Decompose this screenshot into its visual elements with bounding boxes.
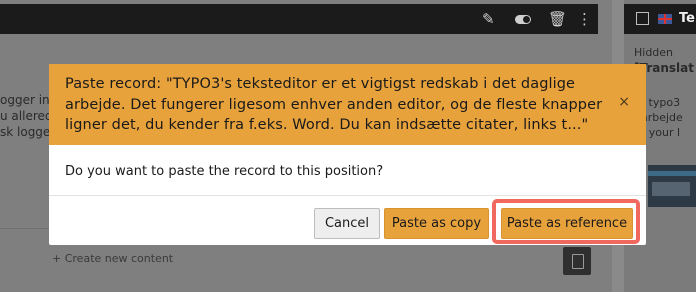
column-title: Te xyxy=(679,11,695,26)
modal-title: Paste record: "TYPO3's teksteditor er et… xyxy=(65,76,603,133)
modal-header: Paste record: "TYPO3's teksteditor er et… xyxy=(49,64,646,145)
hidden-label: Hidden xyxy=(634,46,674,59)
modal-question: Do you want to paste the record to this … xyxy=(65,164,384,179)
cancel-button[interactable]: Cancel xyxy=(314,208,380,239)
create-new-content-label: Create new content xyxy=(64,252,174,265)
plus-icon: + xyxy=(52,252,65,265)
content-type-icon xyxy=(636,12,649,25)
modal-body: Do you want to paste the record to this … xyxy=(49,145,646,196)
paste-icon[interactable] xyxy=(563,247,591,275)
content-element-toolbar: ✎ 🗑 ⋮ xyxy=(0,4,598,34)
paste-as-reference-button[interactable]: Paste as reference xyxy=(501,208,633,239)
translation-column-header: Te xyxy=(624,4,696,34)
bg-text-line: ogger ind xyxy=(0,93,55,107)
thumbnail-image xyxy=(648,165,696,207)
pencil-icon[interactable]: ✎ xyxy=(482,11,495,27)
more-vertical-icon[interactable]: ⋮ xyxy=(577,11,592,27)
bg-text-line: sk logget xyxy=(0,125,55,139)
flag-icon xyxy=(658,14,672,24)
toggle-icon[interactable] xyxy=(515,15,531,24)
modal-footer: Cancel Paste as copy Paste as reference xyxy=(49,197,646,245)
paste-as-copy-button[interactable]: Paste as copy xyxy=(384,208,489,239)
close-icon[interactable]: × xyxy=(618,95,630,109)
trash-icon[interactable]: 🗑 xyxy=(548,11,567,27)
paste-record-modal: Paste record: "TYPO3's teksteditor er et… xyxy=(49,64,646,245)
bg-text-line: u allerede xyxy=(0,109,55,123)
create-new-content-link[interactable]: + Create new content xyxy=(52,252,173,265)
